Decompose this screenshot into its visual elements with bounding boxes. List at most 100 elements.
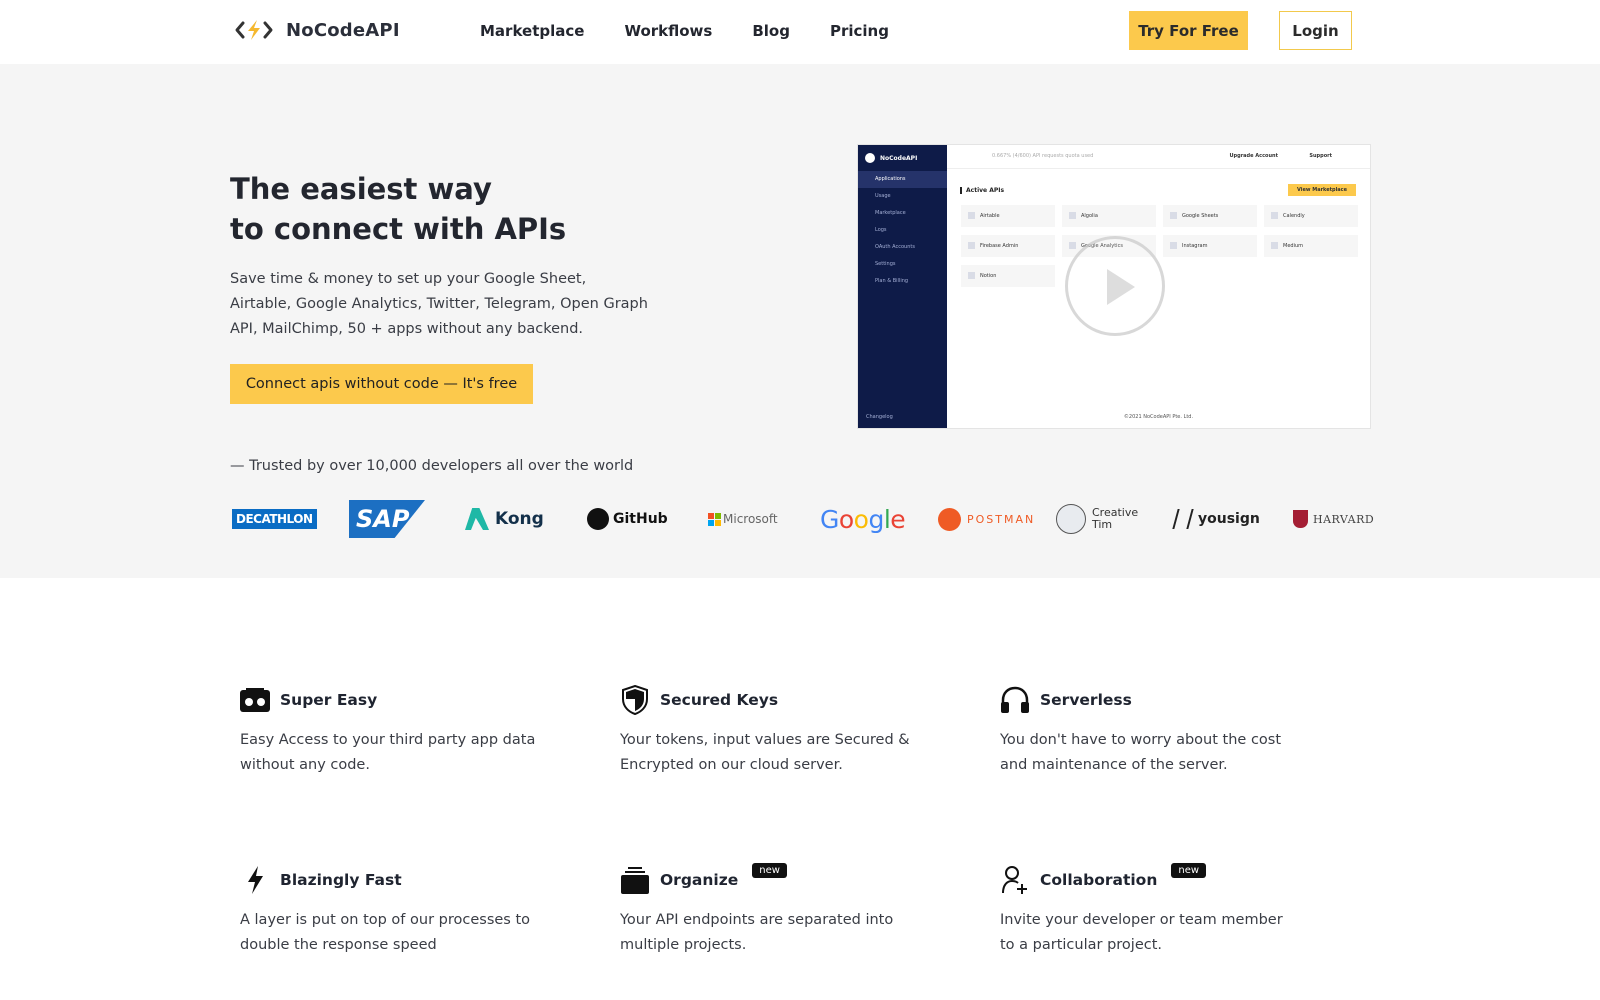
trusted-by-text: — Trusted by over 10,000 developers all … — [230, 458, 634, 474]
yousign-logo: yousign — [1172, 494, 1260, 544]
code-bolt-icon — [235, 20, 273, 40]
harvard-shield-icon — [1293, 510, 1308, 528]
nav-link-marketplace[interactable]: Marketplace — [480, 22, 584, 40]
feature-description: A layer is put on top of our processes t… — [240, 912, 531, 953]
creative-tim-word-2: Tim — [1092, 518, 1113, 531]
google-wordmark: Google — [820, 504, 906, 534]
top-nav: NoCodeAPI Marketplace Workflows Blog Pri… — [0, 0, 1600, 64]
api-card: Calendly — [1264, 205, 1358, 227]
api-card: Instagram — [1163, 235, 1257, 257]
dashboard-brand: NoCodeAPI — [865, 153, 917, 163]
google-letter: G — [820, 504, 839, 534]
api-card: Airtable — [961, 205, 1055, 227]
feature-title: Super Easy — [280, 691, 378, 709]
feature-collaboration: Collaboration new Invite your developer … — [1000, 862, 1320, 958]
brand-name: NoCodeAPI — [286, 19, 400, 41]
upgrade-account-label: Upgrade Account — [1229, 153, 1278, 159]
feature-serverless: Serverless You don't have to worry about… — [1000, 684, 1320, 778]
features-section: Super Easy Easy Access to your third par… — [0, 578, 1600, 1000]
hero-section: The easiest way to connect with APIs Sav… — [0, 64, 1600, 578]
sap-logo: SAP — [349, 494, 425, 544]
dashboard-copyright: ©2021 NoCodeAPI Pte. Ltd. — [1123, 414, 1194, 420]
feature-organize: Organize new Your API endpoints are sepa… — [620, 862, 940, 958]
api-card: Firebase Admin — [961, 235, 1055, 257]
hero-title-line-2: to connect with APIs — [230, 212, 567, 246]
active-apis-heading: Active APIs — [960, 187, 1004, 194]
dashboard-menu: Applications Usage Marketplace Logs OAut… — [858, 171, 947, 290]
brand-dot-icon — [865, 153, 875, 163]
google-letter: g — [868, 504, 884, 534]
api-card: Algolia — [1062, 205, 1156, 227]
brand-logo[interactable]: NoCodeAPI — [234, 18, 400, 42]
google-letter: o — [838, 504, 854, 534]
main-menu: Marketplace Workflows Blog Pricing — [480, 22, 889, 40]
microsoft-logo: Microsoft — [708, 494, 778, 544]
microsoft-wordmark: Microsoft — [723, 512, 778, 526]
dashboard-menu-item: Usage — [875, 193, 891, 199]
yousign-mark-icon — [1172, 509, 1194, 529]
dashboard-brand-name: NoCodeAPI — [880, 154, 918, 162]
headphones-icon — [1000, 686, 1030, 714]
api-card: Google Sheets — [1163, 205, 1257, 227]
feature-description: Your API endpoints are separated into mu… — [620, 912, 894, 953]
postman-logo: POSTMAN — [938, 494, 1035, 544]
hero-title: The easiest way to connect with APIs — [230, 169, 650, 249]
feature-description: Easy Access to your third party app data… — [240, 732, 536, 773]
feature-title: Organize — [660, 871, 739, 889]
dashboard-menu-item: Marketplace — [875, 210, 906, 216]
kong-logo: Kong — [465, 494, 544, 544]
harvard-logo: HARVARD — [1293, 494, 1374, 544]
connect-apis-button[interactable]: Connect apis without code — It's free — [230, 364, 533, 404]
hero-title-line-1: The easiest way — [230, 172, 492, 206]
play-icon[interactable] — [1065, 236, 1165, 336]
shield-icon — [620, 685, 650, 715]
dashboard-sidebar: NoCodeAPI Applications Usage Marketplace… — [858, 145, 947, 428]
github-logo: GitHub — [587, 494, 668, 544]
new-badge: new — [752, 862, 787, 878]
kong-mark-icon — [465, 508, 489, 530]
api-card: Medium — [1264, 235, 1358, 257]
dashboard-menu-item: Logs — [875, 227, 887, 233]
view-marketplace-label: View Marketplace — [1288, 184, 1356, 196]
feature-blazingly-fast: Blazingly Fast A layer is put on top of … — [240, 864, 560, 958]
feature-description: Your tokens, input values are Secured & … — [620, 732, 910, 773]
nav-link-blog[interactable]: Blog — [752, 22, 790, 40]
postman-wordmark: POSTMAN — [967, 512, 1036, 526]
decathlon-wordmark: DECATHLON — [232, 509, 317, 529]
github-wordmark: GitHub — [613, 511, 668, 527]
feature-super-easy: Super Easy Easy Access to your third par… — [240, 684, 560, 778]
feature-description: Invite your developer or team member to … — [1000, 912, 1283, 953]
api-card: Notion — [961, 265, 1055, 287]
login-button[interactable]: Login — [1279, 11, 1352, 50]
harvard-wordmark: HARVARD — [1313, 512, 1375, 526]
nav-link-workflows[interactable]: Workflows — [624, 22, 712, 40]
demo-video[interactable]: NoCodeAPI Applications Usage Marketplace… — [857, 144, 1371, 429]
dashboard-menu-item: Settings — [875, 261, 896, 267]
sap-wordmark: SAP — [349, 500, 425, 538]
hero-description: Save time & money to set up your Google … — [230, 271, 648, 337]
folder-stack-icon — [620, 866, 650, 894]
feature-title: Collaboration — [1040, 871, 1158, 889]
user-plus-icon — [1000, 866, 1030, 894]
feature-secured-keys: Secured Keys Your tokens, input values a… — [620, 684, 940, 778]
try-for-free-button[interactable]: Try For Free — [1129, 11, 1248, 50]
google-letter: o — [853, 504, 869, 534]
microsoft-squares-icon — [708, 512, 721, 526]
dashboard-topbar: 0.667% (4/600) API requests quota used U… — [947, 145, 1370, 169]
bolt-icon — [240, 866, 270, 894]
dashboard-menu-item: Applications — [858, 171, 947, 188]
cassette-icon — [240, 686, 270, 714]
feature-title: Blazingly Fast — [280, 871, 402, 889]
feature-title: Secured Keys — [660, 691, 779, 709]
google-logo: Google — [820, 494, 906, 544]
github-mark-icon — [587, 508, 609, 530]
dashboard-menu-item: OAuth Accounts — [875, 244, 915, 250]
dashboard-changelog: Changelog — [866, 414, 893, 420]
nav-link-pricing[interactable]: Pricing — [830, 22, 889, 40]
support-label: Support — [1309, 153, 1332, 159]
yousign-wordmark: yousign — [1198, 511, 1260, 527]
customer-logos: DECATHLON SAP Kong GitHub Microsoft Goog… — [230, 494, 1374, 544]
new-badge: new — [1171, 862, 1207, 878]
creative-tim-avatar-icon — [1056, 504, 1086, 534]
kong-wordmark: Kong — [495, 509, 544, 529]
